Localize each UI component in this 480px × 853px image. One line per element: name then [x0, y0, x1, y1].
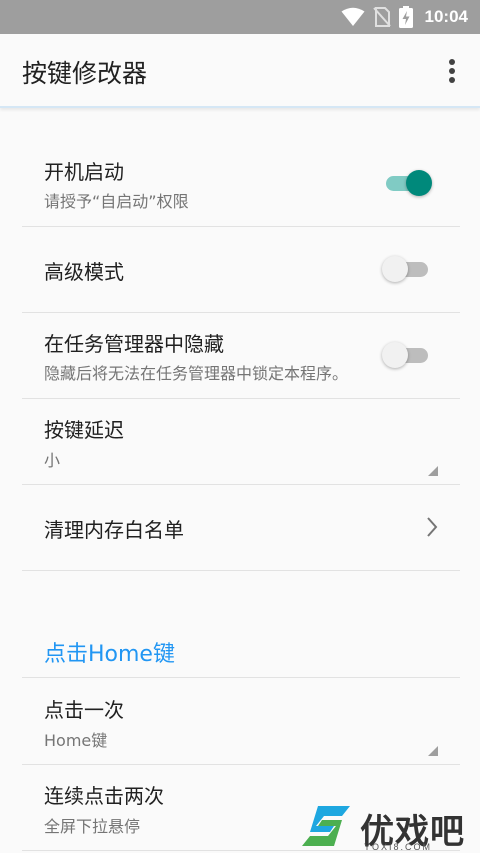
- status-icons: 10:04: [341, 6, 468, 28]
- setting-hide-task-manager[interactable]: 在任务管理器中隐藏 隐藏后将无法在任务管理器中锁定本程序。: [22, 312, 460, 399]
- watermark: 优戏吧 YOXI8.COM: [298, 800, 478, 853]
- toggle-knob: [406, 170, 432, 196]
- toggle-knob: [382, 342, 408, 368]
- setting-memory-whitelist[interactable]: 清理内存白名单: [22, 484, 460, 571]
- setting-title: 开机启动: [44, 160, 124, 184]
- setting-advanced-mode[interactable]: 高级模式: [22, 226, 460, 313]
- app-bar: 按键修改器: [0, 34, 480, 108]
- hide-task-manager-toggle[interactable]: [382, 341, 430, 369]
- setting-summary: 请授予“自启动”权限: [44, 192, 189, 211]
- section-header-home: 点击Home键: [44, 642, 175, 667]
- setting-title: 按键延迟: [44, 418, 124, 442]
- setting-title: 连续点击两次: [44, 784, 164, 808]
- watermark-subtext: YOXI8.COM: [364, 842, 433, 852]
- setting-boot-start[interactable]: 开机启动 请授予“自启动”权限: [22, 140, 460, 227]
- dropdown-corner-icon: [428, 746, 438, 756]
- setting-title: 清理内存白名单: [44, 518, 184, 542]
- watermark-logo-icon: [302, 806, 350, 846]
- setting-summary: 隐藏后将无法在任务管理器中锁定本程序。: [44, 364, 349, 383]
- toggle-knob: [382, 256, 408, 282]
- advanced-mode-toggle[interactable]: [382, 255, 430, 283]
- setting-title: 点击一次: [44, 698, 124, 722]
- setting-key-delay[interactable]: 按键延迟 小: [22, 398, 460, 485]
- dropdown-corner-icon: [428, 466, 438, 476]
- battery-charging-icon: [398, 6, 413, 28]
- setting-title: 在任务管理器中隐藏: [44, 332, 224, 356]
- no-sim-icon: [372, 7, 391, 27]
- more-vert-icon[interactable]: [442, 56, 462, 86]
- wifi-icon: [341, 7, 365, 26]
- boot-start-toggle[interactable]: [384, 169, 432, 197]
- chevron-right-icon: [427, 517, 438, 537]
- status-time: 10:04: [424, 7, 468, 26]
- setting-value: 全屏下拉悬停: [44, 817, 141, 836]
- setting-value: Home键: [44, 731, 108, 750]
- setting-single-click[interactable]: 点击一次 Home键: [22, 677, 460, 765]
- app-title: 按键修改器: [22, 59, 148, 88]
- status-bar: 10:04: [0, 0, 480, 34]
- setting-title: 高级模式: [44, 260, 124, 284]
- setting-value: 小: [44, 451, 61, 470]
